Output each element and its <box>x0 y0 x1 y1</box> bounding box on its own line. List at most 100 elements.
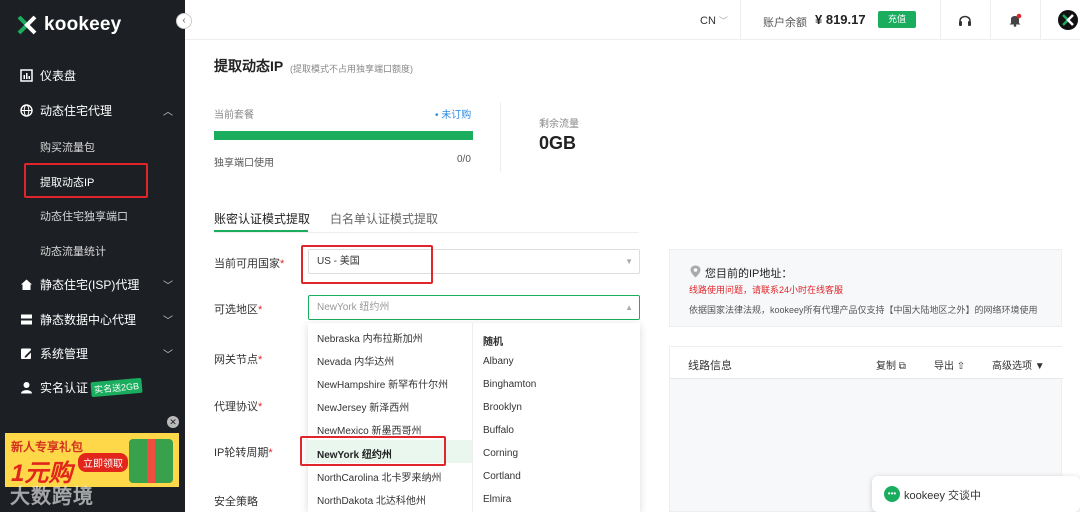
logo[interactable]: kookeey <box>16 14 121 36</box>
sidebar-subitem-traffic-stats[interactable]: 动态流量统计 <box>40 243 106 259</box>
balance-label: 账户余额 <box>763 17 807 29</box>
gift-box-icon <box>129 439 173 483</box>
sidebar-item-label: 动态住宅代理 <box>40 103 113 118</box>
port-usage-label: 独享端口使用 <box>214 158 274 169</box>
dropdown-city-option[interactable]: Brooklyn <box>483 402 522 413</box>
dropdown-city-option[interactable]: 随机 <box>483 333 503 348</box>
line-info-title: 线路信息 <box>688 360 732 372</box>
divider <box>990 0 991 40</box>
location-pin-icon <box>690 265 701 278</box>
dropdown-city-option[interactable]: Elmira <box>483 494 511 505</box>
package-label: 当前套餐 <box>214 110 254 121</box>
caret-down-icon: ▼ <box>625 257 633 266</box>
dropdown-option[interactable]: NewMexico 新墨西哥州 <box>317 422 421 437</box>
sidebar-item-dashboard[interactable]: 仪表盘 <box>0 60 185 90</box>
region-label: 可选地区* <box>214 304 263 316</box>
bell-icon[interactable] <box>1008 13 1022 27</box>
highlight-box <box>301 245 433 284</box>
package-status[interactable]: • 未订购 <box>435 106 471 121</box>
chevron-down-icon: ﹀ <box>163 349 173 361</box>
protocol-label: 代理协议* <box>214 401 263 413</box>
watermark: 大数跨境 <box>10 486 94 508</box>
recharge-button[interactable]: 充值 <box>878 11 916 28</box>
chevron-left-icon: ‹ <box>182 15 186 26</box>
tab-whitelist-auth[interactable]: 白名单认证模式提取 <box>330 210 438 227</box>
sidebar-item-static-datacenter[interactable]: 静态数据中心代理 ﹀ <box>0 304 185 334</box>
page-title: 提取动态IP <box>214 58 284 74</box>
home-icon <box>21 279 32 290</box>
caret-up-icon: ▲ <box>625 303 633 312</box>
balance-value: ¥ 819.17 <box>815 12 866 27</box>
sidebar-item-label: 静态数据中心代理 <box>40 312 137 327</box>
copy-button[interactable]: 复制 ⧉ <box>876 357 906 372</box>
chevron-up-icon: ︿ <box>163 106 173 118</box>
dropdown-option[interactable]: NorthCarolina 北卡罗来纳州 <box>317 469 441 484</box>
kookeey-logo-icon <box>17 15 37 35</box>
chat-bubble-icon: ••• <box>884 486 900 502</box>
port-usage-value: 0/0 <box>457 154 471 165</box>
sidebar-item-label: 实名认证 <box>40 380 89 395</box>
ip-warning[interactable]: 线路使用问题，请联系24小时在线客服 <box>689 283 843 296</box>
verification-badge: 实名送2GB <box>90 377 143 397</box>
divider <box>500 102 501 172</box>
promo-close-icon[interactable]: ✕ <box>167 416 179 428</box>
divider <box>740 0 741 40</box>
gateway-label: 网关节点* <box>214 354 263 366</box>
headset-icon[interactable] <box>958 13 972 27</box>
server-icon <box>21 314 32 324</box>
sidebar: kookeey 仪表盘 动态住宅代理 ︿ 购买流量包 提取动态IP 动态住宅独享… <box>0 0 185 512</box>
traffic-value: 0GB <box>539 133 577 153</box>
main-content: 提取动态IP (提取模式不占用独享端口额度) 当前套餐 • 未订购 独享端口使用… <box>185 40 1080 512</box>
export-button[interactable]: 导出 ⇧ <box>934 357 965 372</box>
dropdown-city-option[interactable]: Buffalo <box>483 425 514 436</box>
sidebar-item-label: 系统管理 <box>40 346 89 361</box>
page-subtitle: (提取模式不占用独享端口额度) <box>290 64 413 74</box>
highlight-box <box>24 163 148 198</box>
ip-note: 依据国家法律法规，kookeey所有代理产品仅支持【中国大陆地区之外】的网络环境… <box>689 305 1038 315</box>
globe-icon <box>20 103 33 117</box>
dropdown-city-option[interactable]: Corning <box>483 448 518 459</box>
package-progress-bar <box>214 131 473 140</box>
dropdown-city-option[interactable]: Binghamton <box>483 379 536 390</box>
sidebar-item-label: 静态住宅(ISP)代理 <box>40 277 140 292</box>
dropdown-column-divider <box>472 323 473 512</box>
dropdown-option[interactable]: NorthDakota 北达科他州 <box>317 492 426 507</box>
dashboard-icon <box>20 68 33 82</box>
sidebar-item-static-isp[interactable]: 静态住宅(ISP)代理 ﹀ <box>0 269 185 299</box>
promo-cta-button[interactable]: 立即领取 <box>78 453 128 472</box>
ip-info-card: 您目前的IP地址： 线路使用问题，请联系24小时在线客服 依据国家法律法规，ko… <box>669 249 1062 327</box>
dropdown-option[interactable]: Nebraska 内布拉斯加州 <box>317 330 423 345</box>
copy-icon: ⧉ <box>898 361 906 372</box>
dropdown-option[interactable]: NewJersey 新泽西州 <box>317 399 409 414</box>
avatar[interactable] <box>1058 10 1078 30</box>
sidebar-item-dynamic-residential[interactable]: 动态住宅代理 ︿ <box>0 95 185 125</box>
advanced-options-button[interactable]: 高级选项 ▼ <box>992 357 1045 372</box>
sidebar-subitem-exclusive-port[interactable]: 动态住宅独享端口 <box>40 208 128 224</box>
tab-divider <box>214 232 639 233</box>
highlight-box <box>300 436 446 466</box>
upload-icon: ⇧ <box>956 361 966 372</box>
chevron-down-icon: ﹀ <box>718 16 728 26</box>
region-dropdown: Nebraska 内布拉斯加州 Nevada 内华达州 NewHampshire… <box>308 323 640 512</box>
promo-banner[interactable]: 新人专享礼包 1元购 立即领取 <box>5 433 179 487</box>
logo-text: kookeey <box>44 14 122 35</box>
sidebar-item-verification[interactable]: 实名认证 实名送2GB <box>0 372 185 402</box>
language-selector[interactable]: CN ﹀ <box>700 14 728 27</box>
dropdown-option[interactable]: NewHampshire 新罕布什尔州 <box>317 376 448 391</box>
security-label: 安全策略 <box>214 496 258 508</box>
region-select[interactable]: NewYork 纽约州 ▲ <box>308 295 640 320</box>
rotation-label: IP轮转周期* <box>214 447 273 459</box>
progress-fill <box>214 131 473 140</box>
topbar: CN ﹀ 账户余额 ¥ 819.17 充值 <box>185 0 1080 40</box>
chat-widget[interactable]: ••• kookeey 交谈中 <box>872 476 1080 512</box>
dropdown-option[interactable]: Nevada 内华达州 <box>317 353 394 368</box>
sidebar-item-system[interactable]: 系统管理 ﹀ <box>0 338 185 368</box>
sidebar-subitem-buy-traffic[interactable]: 购买流量包 <box>40 139 95 155</box>
language-value: CN <box>700 15 716 27</box>
sidebar-collapse-button[interactable]: ‹ <box>176 13 192 29</box>
dropdown-city-option[interactable]: Albany <box>483 356 514 367</box>
traffic-label: 剩余流量 <box>539 119 579 130</box>
tab-password-auth[interactable]: 账密认证模式提取 <box>214 210 310 227</box>
divider <box>1040 0 1041 40</box>
dropdown-city-option[interactable]: Cortland <box>483 471 521 482</box>
